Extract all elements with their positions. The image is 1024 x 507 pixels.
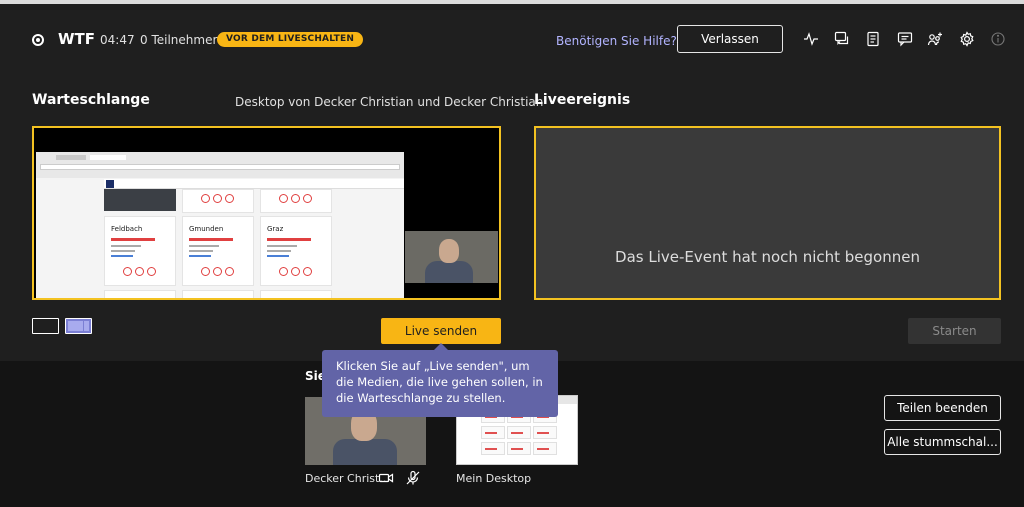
help-link[interactable]: Benötigen Sie Hilfe? — [556, 34, 677, 48]
live-event-message: Das Live-Event hat noch nicht begonnen — [615, 248, 920, 266]
mini-card: Gmunden — [182, 216, 254, 286]
layout-single-button[interactable] — [32, 318, 59, 334]
camera-icon[interactable] — [378, 470, 394, 486]
notes-icon[interactable] — [863, 29, 883, 49]
shared-desktop-preview: Feldbach Gmunden Graz — [34, 128, 404, 298]
stop-sharing-button[interactable]: Teilen beenden — [884, 395, 1001, 421]
mic-off-icon[interactable] — [405, 470, 421, 486]
event-title: WTF — [58, 30, 96, 48]
mini-logo-icon — [106, 180, 114, 188]
mini-card: Graz — [260, 216, 332, 286]
chat-icon[interactable] — [895, 29, 915, 49]
event-header: WTF 04:47 0 Teilnehmer VOR DEM LIVESCHAL… — [0, 10, 1024, 70]
health-icon[interactable] — [801, 29, 821, 49]
producer-main: Warteschlange Desktop von Decker Christi… — [0, 70, 1024, 361]
mini-card: Feldbach — [104, 216, 176, 286]
mute-all-button[interactable]: Alle stummschal... — [884, 429, 1001, 455]
send-live-button[interactable]: Live senden — [381, 318, 501, 344]
record-status-icon — [32, 34, 44, 46]
queue-camera-tile — [405, 231, 498, 283]
participant-count: 0 Teilnehmer — [140, 33, 218, 47]
start-button[interactable]: Starten — [908, 318, 1001, 344]
source-desktop-label: Mein Desktop — [456, 472, 532, 485]
send-live-tooltip: Klicken Sie auf „Live senden", um die Me… — [322, 343, 558, 417]
mini-browser-chrome — [36, 152, 404, 178]
queue-title: Warteschlange — [32, 92, 150, 108]
settings-icon[interactable] — [957, 29, 977, 49]
status-badge: VOR DEM LIVESCHALTEN — [217, 32, 364, 47]
event-timer: 04:47 — [100, 33, 135, 47]
mini-webpage: Feldbach Gmunden Graz — [36, 178, 404, 298]
live-title: Liveereignis — [534, 92, 631, 108]
queue-subtitle: Desktop von Decker Christian und Decker … — [235, 95, 544, 109]
presenter-avatar — [439, 239, 459, 263]
qna-icon[interactable] — [832, 29, 852, 49]
layout-split-button[interactable] — [65, 318, 92, 334]
queue-preview[interactable]: Feldbach Gmunden Graz — [32, 126, 501, 300]
people-icon[interactable] — [925, 29, 945, 49]
leave-button[interactable]: Verlassen — [677, 25, 783, 53]
info-icon[interactable] — [988, 29, 1008, 49]
live-event-preview: Das Live-Event hat noch nicht begonnen — [534, 126, 1001, 300]
